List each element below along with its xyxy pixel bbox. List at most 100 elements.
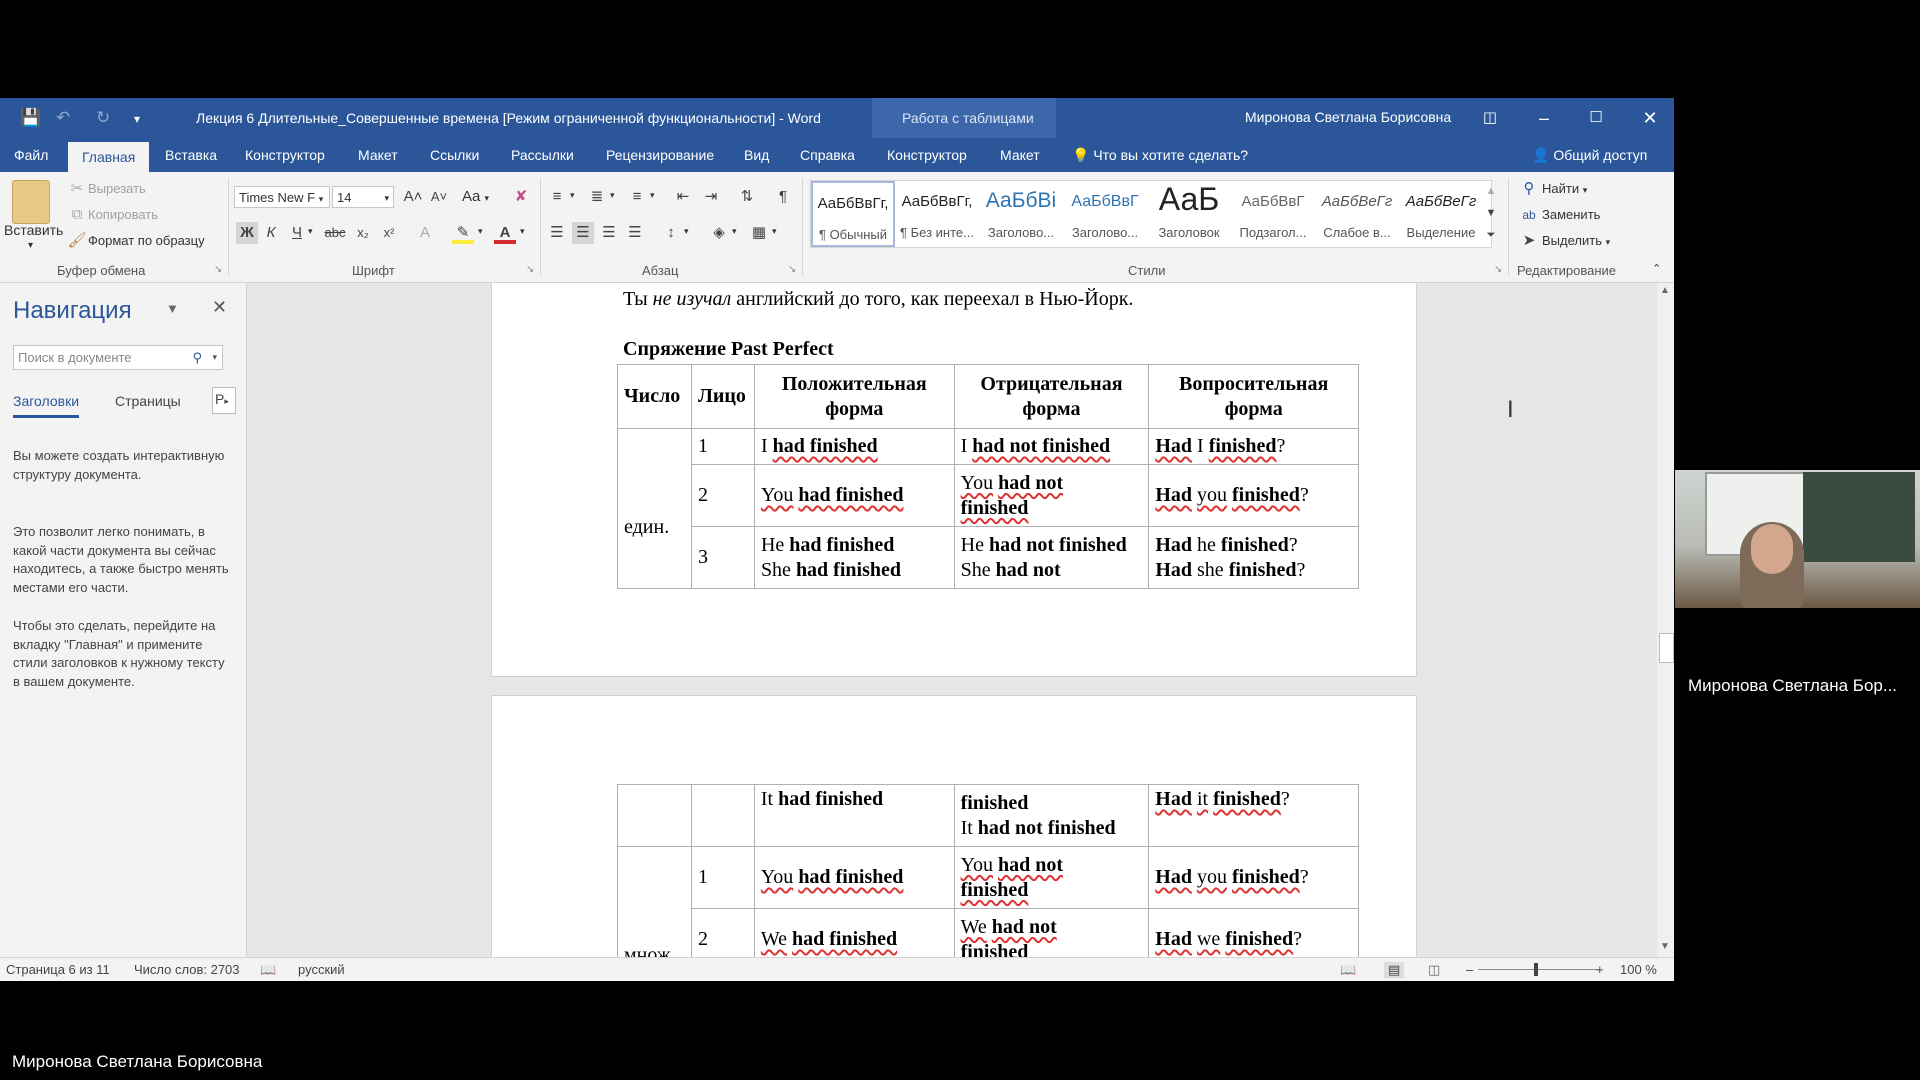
font-launcher-icon[interactable]: ↘ [526,264,534,275]
share-button[interactable]: 👤 Общий доступ [1532,138,1647,172]
format-painter-button[interactable]: Формат по образцу [88,233,205,248]
align-left-icon[interactable]: ☰ [546,222,568,244]
scroll-thumb[interactable] [1659,633,1674,663]
bullets-icon[interactable]: ≡ [546,186,568,208]
style-title[interactable]: АаБ Заголовок [1147,181,1231,247]
word-count[interactable]: Число слов: 2703 [134,962,240,977]
tab-review[interactable]: Рецензирование [606,138,714,172]
numbering-icon[interactable]: ≣ [586,186,608,208]
copy-button[interactable]: Копировать [88,207,158,222]
collapse-ribbon-icon[interactable]: ⌃ [1652,262,1661,275]
paragraph-launcher-icon[interactable]: ↘ [788,264,796,275]
proofing-icon[interactable]: 📖 [260,962,276,978]
clipboard-launcher-icon[interactable]: ↘ [214,264,222,275]
sort-icon[interactable]: ⇅ [736,186,758,208]
tab-table-design[interactable]: Конструктор [887,138,967,172]
shrink-font-icon[interactable]: A˅ [428,186,450,208]
chevron-down-icon[interactable]: ▾ [212,346,217,369]
scroll-down-icon[interactable]: ▼ [1660,941,1670,952]
tab-mailings[interactable]: Рассылки [511,138,574,172]
styles-launcher-icon[interactable]: ↘ [1494,264,1502,275]
minimize-button[interactable]: – [1524,104,1564,132]
zoom-out-button[interactable]: – [1466,962,1473,977]
tab-view[interactable]: Вид [744,138,769,172]
select-button[interactable]: Выделить ▾ [1542,233,1610,248]
zoom-level[interactable]: 100 % [1620,962,1657,977]
vertical-scrollbar[interactable]: ▲ ▼ [1657,283,1674,957]
nav-tab-pages[interactable]: Страницы [115,393,181,409]
nav-tab-results[interactable]: Р▸ [212,387,236,414]
tab-references[interactable]: Ссылки [430,138,479,172]
chevron-down-icon[interactable]: ▾ [650,190,655,201]
font-size-combo[interactable]: 14 ▾ [332,186,394,208]
chevron-down-icon[interactable]: ▾ [684,226,689,237]
justify-icon[interactable]: ☰ [624,222,646,244]
multilevel-list-icon[interactable]: ≡ [626,186,648,208]
save-icon[interactable]: 💾 [20,108,41,128]
chevron-down-icon[interactable]: ▾ [308,226,313,237]
page-indicator[interactable]: Страница 6 из 11 [6,962,110,977]
find-button[interactable]: Найти ▾ [1542,181,1587,196]
chevron-down-icon[interactable]: ▾ [772,226,777,237]
style-subtle-emphasis[interactable]: АаБбВеГг Слабое в... [1315,181,1399,247]
conjugation-table[interactable]: Число Лицо Положительная форма Отрицател… [617,364,1359,589]
clear-formatting-icon[interactable]: ✘ [510,186,532,208]
tab-insert[interactable]: Вставка [165,138,217,172]
web-layout-icon[interactable]: ◫ [1428,962,1440,978]
paste-button[interactable]: Вставить [4,222,63,238]
italic-icon[interactable]: К [260,222,282,244]
nav-options-icon[interactable]: ▼ [166,301,179,316]
replace-button[interactable]: Заменить [1542,207,1600,222]
tell-me-search[interactable]: 💡 Что вы хотите сделать? [1072,138,1248,172]
tab-design[interactable]: Конструктор [245,138,325,172]
tab-layout[interactable]: Макет [358,138,398,172]
decrease-indent-icon[interactable]: ⇤ [672,186,694,208]
language-indicator[interactable]: русский [298,962,345,977]
subscript-icon[interactable]: x₂ [352,222,374,244]
search-icon[interactable]: ⚲ [192,346,202,369]
chevron-down-icon[interactable]: ▾ [520,226,525,237]
undo-icon[interactable]: ↶ [56,108,70,128]
highlight-icon[interactable]: ✎ [452,222,474,244]
paste-icon[interactable] [12,180,50,224]
borders-icon[interactable]: ▦ [748,222,770,244]
style-emphasis[interactable]: АаБбВеГг Выделение [1399,181,1483,247]
cut-button[interactable]: Вырезать [88,181,146,196]
close-button[interactable]: ✕ [1630,104,1670,132]
nav-search-input[interactable]: Поиск в документе ⚲ ▾ [13,345,223,370]
change-case-button[interactable]: Aa ▾ [462,188,489,205]
grow-font-icon[interactable]: A˄ [402,186,424,208]
font-name-combo[interactable]: Times New F ▾ [234,186,330,208]
nav-tab-headings[interactable]: Заголовки [13,393,80,418]
tab-table-layout[interactable]: Макет [1000,138,1040,172]
underline-icon[interactable]: Ч [286,222,308,244]
shading-icon[interactable]: ◈ [708,222,730,244]
bold-icon[interactable]: Ж [236,222,258,244]
print-layout-icon[interactable]: ▤ [1384,962,1405,978]
chevron-down-icon[interactable]: ▾ [610,190,615,201]
align-right-icon[interactable]: ☰ [598,222,620,244]
chevron-down-icon[interactable]: ▾ [478,226,483,237]
styles-scroll-up-icon[interactable]: ▲ [1480,180,1502,202]
strikethrough-icon[interactable]: abc [324,222,346,244]
zoom-in-button[interactable]: + [1596,962,1604,977]
maximize-button[interactable]: ☐ [1576,104,1616,132]
superscript-icon[interactable]: x² [378,222,400,244]
styles-scroll-down-icon[interactable]: ▼ [1480,202,1502,224]
align-center-icon[interactable]: ☰ [572,222,594,244]
font-color-icon[interactable]: A [494,222,516,244]
tab-file[interactable]: Файл [14,138,48,172]
chevron-down-icon[interactable]: ▾ [732,226,737,237]
style-normal[interactable]: АаБбВвГг, ¶ Обычный [811,181,895,247]
zoom-slider[interactable] [1478,969,1598,970]
participant-video[interactable] [1675,470,1920,608]
styles-more-icon[interactable]: ⏷ [1480,224,1502,246]
account-name[interactable]: Миронова Светлана Борисовна [1245,109,1451,125]
scroll-up-icon[interactable]: ▲ [1660,285,1670,296]
style-heading-1[interactable]: АаБбВі Заголово... [979,181,1063,247]
tab-help[interactable]: Справка [800,138,855,172]
paste-dropdown-icon[interactable]: ▾ [28,240,33,251]
line-spacing-icon[interactable]: ↕ [660,222,682,244]
tab-home[interactable]: Главная [68,142,150,172]
zoom-slider-thumb[interactable] [1534,963,1538,976]
